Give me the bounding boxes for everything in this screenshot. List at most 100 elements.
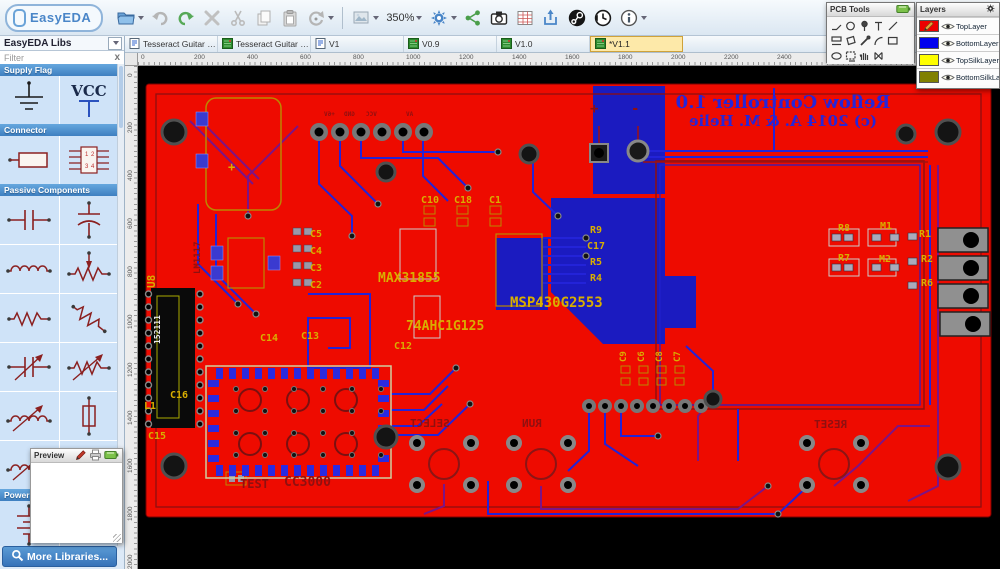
- silk-label: C8: [655, 351, 665, 362]
- line-tool[interactable]: [885, 18, 899, 33]
- tab-label: V1: [329, 39, 340, 49]
- symbol-resistor[interactable]: [0, 294, 59, 342]
- ruler-x-label: 600: [300, 54, 311, 61]
- pcb-file-icon: [408, 37, 419, 51]
- rotate-button[interactable]: [304, 5, 336, 31]
- board-copyright: (c) 2014 A. & M. Helie: [688, 112, 878, 130]
- silk-label: AV: [406, 111, 414, 118]
- camera-button[interactable]: [487, 5, 511, 31]
- layers-panel: Layers TopLayer BottomLayer TopSilkLayer Bo…: [916, 2, 1000, 89]
- layer-color-swatch[interactable]: [919, 54, 939, 66]
- eye-icon[interactable]: [939, 39, 956, 48]
- tab-v1-0[interactable]: V1.0: [497, 36, 590, 52]
- more-libraries-label: More Libraries...: [26, 550, 109, 563]
- easyeda-logo[interactable]: EasyEDA: [5, 3, 104, 32]
- settings-button[interactable]: [427, 5, 459, 31]
- layer-label: TopLayer: [956, 21, 987, 31]
- silk-label: C6: [637, 351, 647, 362]
- libs-header[interactable]: EasyEDA Libs: [0, 36, 124, 51]
- symbol-inductor[interactable]: [0, 245, 59, 293]
- scrollbar-thumb[interactable]: [119, 66, 123, 128]
- symbol-header4[interactable]: 1234: [59, 136, 118, 184]
- layers-image-button[interactable]: [349, 5, 381, 31]
- layer-label: BottomSilkLayer: [956, 72, 999, 82]
- drag-tool[interactable]: [857, 48, 871, 63]
- ruler-x-label: 1000: [406, 54, 421, 61]
- steam-button[interactable]: [565, 5, 589, 31]
- resize-grip[interactable]: [113, 534, 121, 542]
- polygon-tool[interactable]: [843, 33, 857, 48]
- zoom-level-dropdown[interactable]: 350%: [383, 12, 425, 24]
- silk-label: C14: [260, 333, 279, 344]
- rect-tool[interactable]: [885, 33, 899, 48]
- vertical-ruler: 0 200 400 600 800 1000 1200 1400 1600 1800 2000: [125, 66, 138, 569]
- silk-label: R8: [838, 223, 851, 234]
- symbol-resistor-diagonal[interactable]: [59, 294, 118, 342]
- canvas-tool[interactable]: [843, 48, 857, 63]
- ruler-x-label: 1400: [512, 54, 527, 61]
- section-header-connector[interactable]: Connector: [0, 124, 118, 136]
- symbol-inductor-variable[interactable]: [0, 392, 59, 440]
- symbol-capacitor-trimmer[interactable]: [0, 343, 59, 391]
- symbol-fuse[interactable]: [59, 392, 118, 440]
- pcb-canvas[interactable]: Reflow Controller 1.0 (c) 2014 A. & M. H…: [138, 66, 1000, 569]
- connect-tool[interactable]: [871, 48, 885, 63]
- sheet-button[interactable]: [513, 5, 537, 31]
- cut-button[interactable]: [226, 5, 250, 31]
- layer-color-swatch[interactable]: [919, 71, 939, 83]
- section-header-passive-components[interactable]: Passive Components: [0, 184, 118, 196]
- circle-tool[interactable]: [843, 18, 857, 33]
- delete-button[interactable]: [200, 5, 224, 31]
- pad-tool[interactable]: [857, 18, 871, 33]
- section-header-supply-flag[interactable]: Supply Flag: [0, 64, 118, 76]
- tab-v1[interactable]: V1: [311, 36, 404, 52]
- toolbar-separator: [342, 6, 344, 29]
- arc-tool[interactable]: [871, 33, 885, 48]
- symbol-gnd[interactable]: [0, 76, 59, 124]
- layer-color-swatch[interactable]: [919, 37, 939, 49]
- redo-button[interactable]: [174, 5, 198, 31]
- open-button[interactable]: [114, 5, 146, 31]
- symbol-vcc[interactable]: VCC: [59, 76, 118, 124]
- paste-button[interactable]: [278, 5, 302, 31]
- layer-color-swatch[interactable]: [919, 20, 939, 32]
- tab-tesseract-guitar-pract-[interactable]: Tesseract Guitar Pract..: [218, 36, 311, 52]
- silk-label: R7: [838, 253, 851, 264]
- history-button[interactable]: [591, 5, 615, 31]
- dimension-tool[interactable]: [829, 33, 843, 48]
- tab-tesseract-guitar-pract-[interactable]: Tesseract Guitar Pract..: [125, 36, 218, 52]
- silk-label: R5: [590, 257, 603, 268]
- silk-label: R1: [919, 229, 932, 240]
- pencil-icon[interactable]: [75, 449, 87, 463]
- gear-icon[interactable]: [985, 3, 996, 16]
- measure-tool[interactable]: [857, 33, 871, 48]
- symbol-plug[interactable]: [0, 136, 59, 184]
- tab--v1-1[interactable]: *V1.1: [590, 36, 683, 52]
- tab-v0-9[interactable]: V0.9: [404, 36, 497, 52]
- export-button[interactable]: [539, 5, 563, 31]
- symbol-capacitor[interactable]: [0, 196, 59, 244]
- layer-row-bottomlayer: BottomLayer: [917, 34, 999, 51]
- silk-label: +: [228, 160, 236, 174]
- more-libraries-button[interactable]: More Libraries...: [2, 546, 117, 567]
- silk-label: C5: [310, 229, 323, 240]
- silk-label: GND: [344, 111, 355, 118]
- copy-button[interactable]: [252, 5, 276, 31]
- track-tool[interactable]: [829, 18, 843, 33]
- eye-icon[interactable]: [939, 22, 956, 31]
- text-tool[interactable]: [871, 18, 885, 33]
- symbol-capacitor-polar[interactable]: [59, 196, 118, 244]
- eye-icon[interactable]: [939, 73, 956, 82]
- filter-clear-icon[interactable]: x: [114, 53, 120, 63]
- share-button[interactable]: [461, 5, 485, 31]
- info-button[interactable]: [617, 5, 649, 31]
- silk-label: R6: [921, 278, 934, 289]
- undo-button[interactable]: [148, 5, 172, 31]
- eye-icon[interactable]: [939, 56, 956, 65]
- silk-label: C16: [170, 390, 189, 401]
- symbol-resistor-variable[interactable]: [59, 343, 118, 391]
- libs-dropdown-button[interactable]: [108, 36, 122, 50]
- ellipse-tool[interactable]: [829, 48, 843, 63]
- symbol-potentiometer[interactable]: [59, 245, 118, 293]
- printer-icon[interactable]: [89, 449, 102, 463]
